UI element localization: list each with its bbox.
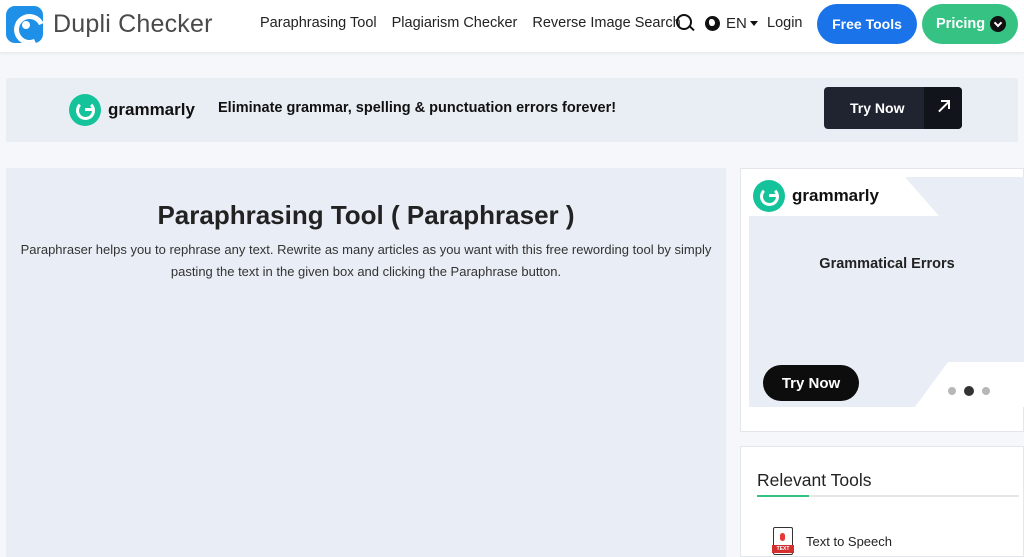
ad-try-now-button[interactable]: Try Now [763, 365, 859, 401]
grammarly-wordmark: grammarly [792, 186, 879, 205]
banner-text: Eliminate grammar, spelling & punctuatio… [218, 100, 617, 116]
brand-logo[interactable]: Dupli Checker [6, 6, 213, 43]
relevant-tools-panel: Relevant Tools TEXT Text to Speech [740, 446, 1024, 557]
chevron-down-icon [990, 16, 1006, 32]
carousel-dot-active[interactable] [964, 386, 974, 396]
grammarly-banner-ad[interactable]: grammarly Eliminate grammar, spelling & … [6, 78, 1018, 142]
page-title: Paraphrasing Tool ( Paraphraser ) [157, 200, 575, 230]
sidebar-ad[interactable]: grammarly Grammatical Errors Try Now [740, 168, 1024, 432]
login-link[interactable]: Login [767, 15, 802, 31]
grammarly-wordmark: grammarly [108, 100, 195, 119]
chevron-down-icon [749, 20, 758, 26]
globe-icon[interactable] [705, 15, 720, 31]
page-description: Paraphraser helps you to rephrase any te… [20, 242, 712, 279]
duplichecker-logo-icon [6, 6, 43, 43]
relevant-tools-heading: Relevant Tools [757, 470, 872, 490]
free-tools-button[interactable]: Free Tools [817, 4, 917, 44]
grammarly-logo-icon [69, 94, 101, 126]
arrow-up-right-icon [924, 87, 962, 129]
language-label: EN [726, 14, 747, 32]
pricing-button[interactable]: Pricing [922, 4, 1018, 44]
heading-underline [757, 495, 1019, 497]
tool-item-text-to-speech[interactable]: TEXT Text to Speech [772, 527, 892, 555]
text-file-icon: TEXT [772, 527, 794, 555]
language-selector[interactable]: EN [726, 15, 758, 32]
search-icon[interactable] [676, 14, 694, 32]
brand-name: Dupli Checker [53, 10, 213, 38]
nav-plagiarism-checker[interactable]: Plagiarism Checker [392, 15, 518, 31]
file-badge: TEXT [772, 545, 794, 553]
ad-title: Grammatical Errors [819, 256, 955, 272]
banner-cta-label: Try Now [850, 100, 905, 116]
grammarly-logo-icon [753, 180, 785, 212]
carousel-dot[interactable] [982, 387, 990, 395]
banner-try-now-button[interactable]: Try Now [824, 87, 962, 129]
main-content: Paraphrasing Tool ( Paraphraser ) Paraph… [6, 168, 726, 557]
tool-label: Text to Speech [806, 533, 892, 549]
main-nav: Paraphrasing Tool Plagiarism Checker Rev… [260, 15, 696, 31]
carousel-dots [948, 386, 998, 396]
nav-paraphrasing-tool[interactable]: Paraphrasing Tool [260, 15, 377, 31]
header-actions: EN [676, 14, 758, 32]
nav-reverse-image-search[interactable]: Reverse Image Search [532, 15, 680, 31]
ad-corner-decoration [915, 362, 1024, 407]
site-header: Dupli Checker Paraphrasing Tool Plagiari… [0, 0, 1024, 52]
pricing-label: Pricing [936, 16, 986, 32]
carousel-dot[interactable] [948, 387, 956, 395]
